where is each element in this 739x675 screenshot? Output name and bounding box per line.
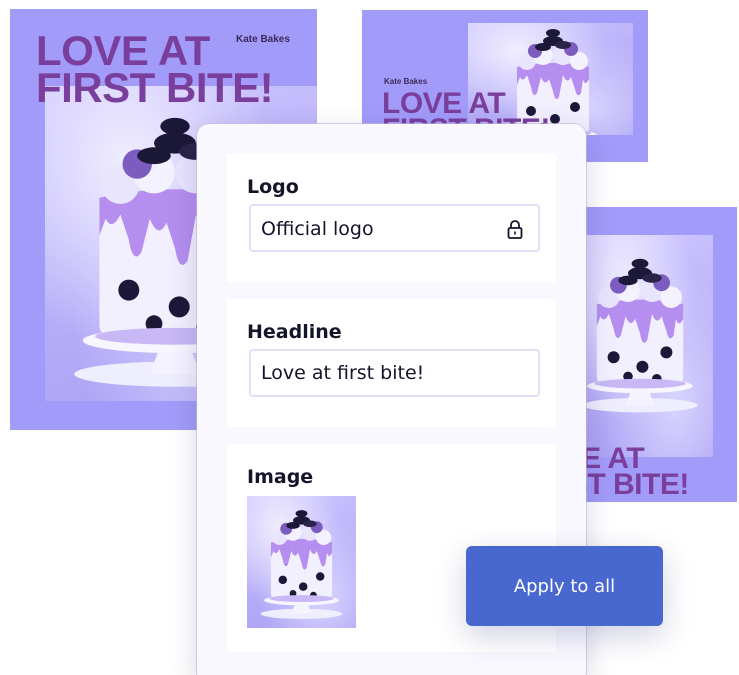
logo-value: Official logo: [261, 218, 374, 240]
cake-illustration: [585, 258, 698, 413]
headline-title: Headline: [247, 321, 342, 343]
cake-photo: [585, 235, 713, 457]
apply-to-all-button[interactable]: Apply to all: [466, 546, 663, 626]
card-headline: LOVE AT FIRST BITE!: [585, 442, 689, 502]
logo-title: Logo: [247, 176, 299, 198]
card-brand: Kate Bakes: [236, 34, 290, 45]
lock-icon: [507, 220, 523, 239]
card-brand: Kate Bakes: [384, 77, 428, 86]
cake-illustration: [260, 510, 343, 619]
logo-field[interactable]: Official logo: [249, 204, 540, 252]
logo-section: Logo Official logo: [227, 154, 556, 282]
headline-section: Headline: [227, 299, 556, 427]
image-title: Image: [247, 466, 314, 488]
image-thumbnail[interactable]: [247, 496, 356, 628]
headline-field[interactable]: [249, 349, 540, 397]
template-card-right[interactable]: LOVE AT FIRST BITE!: [585, 207, 737, 502]
